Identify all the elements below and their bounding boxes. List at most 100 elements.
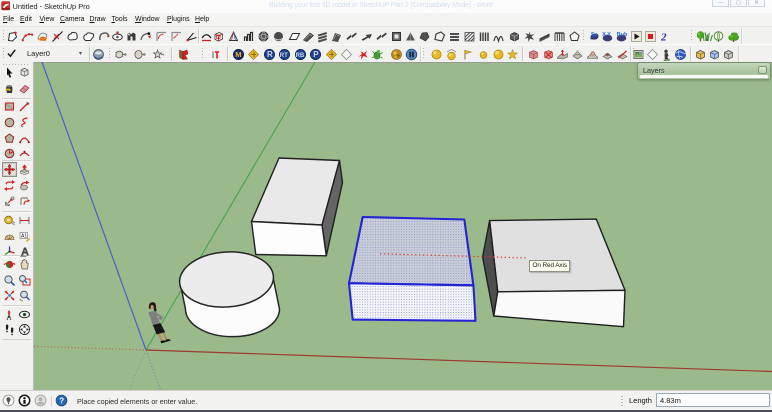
sandbox-from-contours[interactable]: [556, 48, 569, 61]
toolbar-grip[interactable]: [690, 30, 693, 42]
walkthrough-frame[interactable]: [632, 48, 645, 61]
cone-tool[interactable]: [227, 30, 240, 43]
toolbar-grip[interactable]: [2, 30, 5, 42]
tool-look-around[interactable]: [18, 308, 31, 321]
frame-tool[interactable]: [390, 30, 403, 43]
measurement-input[interactable]: [656, 393, 770, 407]
tool-axes[interactable]: [3, 245, 16, 258]
tool-pie[interactable]: [3, 147, 16, 160]
arrow-a[interactable]: [345, 30, 358, 43]
menu-help[interactable]: Help: [195, 16, 209, 23]
title-bar[interactable]: Untitled - SketchUp Pro Building your fi…: [0, 0, 772, 13]
tool-scale[interactable]: [3, 195, 16, 208]
bush-tool[interactable]: [727, 30, 740, 43]
anim-star[interactable]: [506, 48, 519, 61]
binocular-tool[interactable]: [125, 30, 138, 43]
anim-skp[interactable]: Su: [588, 30, 601, 43]
pink-box[interactable]: [527, 48, 540, 61]
selected-box[interactable]: [349, 217, 476, 321]
tool-dimension[interactable]: [18, 214, 31, 227]
toolbar-grip[interactable]: [582, 30, 585, 42]
viewport[interactable]: On Red Axis Layers: [34, 62, 772, 390]
tool-offset[interactable]: [18, 195, 31, 208]
plugin-gold-2[interactable]: [325, 48, 338, 61]
hook-tool[interactable]: [98, 30, 111, 43]
eye-tool[interactable]: [111, 30, 124, 43]
maximize-button[interactable]: ▢: [730, 0, 747, 7]
anim-two[interactable]: 2: [658, 30, 671, 43]
walkthrough-diamond[interactable]: [646, 48, 659, 61]
text-red-t[interactable]: [210, 48, 223, 61]
walkthrough-globe[interactable]: [674, 48, 687, 61]
sphere-grid[interactable]: [257, 30, 270, 43]
tool-rotate[interactable]: [3, 179, 16, 192]
view-iso[interactable]: [694, 48, 707, 61]
menu-camera[interactable]: Camera: [60, 16, 85, 23]
sandbox-from-scratch[interactable]: [571, 48, 584, 61]
tall-box[interactable]: [252, 158, 343, 256]
angle-tool[interactable]: [185, 30, 198, 43]
anim-play[interactable]: [630, 30, 643, 43]
tool-zoom-window[interactable]: [18, 274, 31, 287]
stack-b[interactable]: [316, 30, 329, 43]
layers-panel-collapse-button[interactable]: [758, 66, 767, 74]
scene-canvas[interactable]: [34, 62, 772, 391]
stack-f[interactable]: [448, 30, 461, 43]
tool-pan[interactable]: [18, 258, 31, 271]
bezier-curve[interactable]: [21, 30, 34, 43]
anim-stop[interactable]: [644, 30, 657, 43]
cube-j[interactable]: [508, 30, 521, 43]
cylinder-shape[interactable]: [178, 249, 280, 337]
menu-edit[interactable]: Edit: [20, 16, 32, 23]
tool-zoom-previous[interactable]: [18, 289, 31, 302]
tool-paint-bucket[interactable]: [3, 82, 16, 95]
solid-union[interactable]: [133, 48, 146, 61]
right-box-face-0[interactable]: [490, 219, 625, 292]
arrow-c[interactable]: [375, 30, 388, 43]
menu-window[interactable]: Window: [135, 16, 160, 23]
layer-manager[interactable]: [92, 48, 105, 61]
selected-box-front[interactable]: [349, 283, 476, 321]
plant-tool[interactable]: [712, 30, 725, 43]
view-front[interactable]: [722, 48, 735, 61]
walkthrough-person[interactable]: [660, 48, 673, 61]
anim-gold-spin[interactable]: [445, 48, 458, 61]
poly-e[interactable]: [433, 30, 446, 43]
anim-xy[interactable]: X,Y: [601, 30, 614, 43]
right-box-face-2[interactable]: [494, 290, 625, 326]
box-red-lines[interactable]: [212, 30, 225, 43]
arrow-b[interactable]: [360, 30, 373, 43]
plugin-p[interactable]: P: [309, 48, 322, 61]
tool-select[interactable]: [3, 66, 16, 79]
tool-zoom-extents[interactable]: [3, 289, 16, 302]
menu-draw[interactable]: Draw: [90, 16, 106, 23]
tool-arc[interactable]: [18, 132, 31, 145]
plugin-green-bug[interactable]: [371, 48, 384, 61]
plugin-red-bird[interactable]: [356, 48, 369, 61]
toolbar-grip[interactable]: [2, 48, 5, 60]
plugin-white-diamond[interactable]: [340, 48, 353, 61]
plugin-pause[interactable]: [405, 48, 418, 61]
anim-ball-sm[interactable]: [477, 48, 490, 61]
toolbar-grip[interactable]: [108, 48, 111, 60]
freehand-draw[interactable]: [36, 30, 49, 43]
minimize-button[interactable]: —: [712, 0, 729, 7]
erase-curve[interactable]: [51, 30, 64, 43]
tool-walk[interactable]: [3, 323, 16, 336]
fillet-corner[interactable]: [155, 30, 168, 43]
tool-orbit[interactable]: [3, 258, 16, 271]
toolbar-grip[interactable]: [201, 48, 204, 60]
anim-gold-ball[interactable]: [430, 48, 443, 61]
sphere-half[interactable]: [272, 30, 285, 43]
tool-push-pull[interactable]: [18, 163, 31, 176]
menu-plugins[interactable]: Plugins: [167, 16, 190, 23]
tool-protractor[interactable]: [3, 230, 16, 243]
ribs-i[interactable]: [492, 30, 505, 43]
selected-box-top[interactable]: [349, 217, 473, 285]
tool-2pt-arc[interactable]: [18, 147, 31, 160]
tool-position-camera[interactable]: [3, 308, 16, 321]
tool-circle[interactable]: [3, 116, 16, 129]
shape-tool-1[interactable]: [66, 30, 79, 43]
layer-dropdown-arrow[interactable]: ▾: [79, 50, 82, 57]
sandbox-stamp[interactable]: [601, 48, 614, 61]
